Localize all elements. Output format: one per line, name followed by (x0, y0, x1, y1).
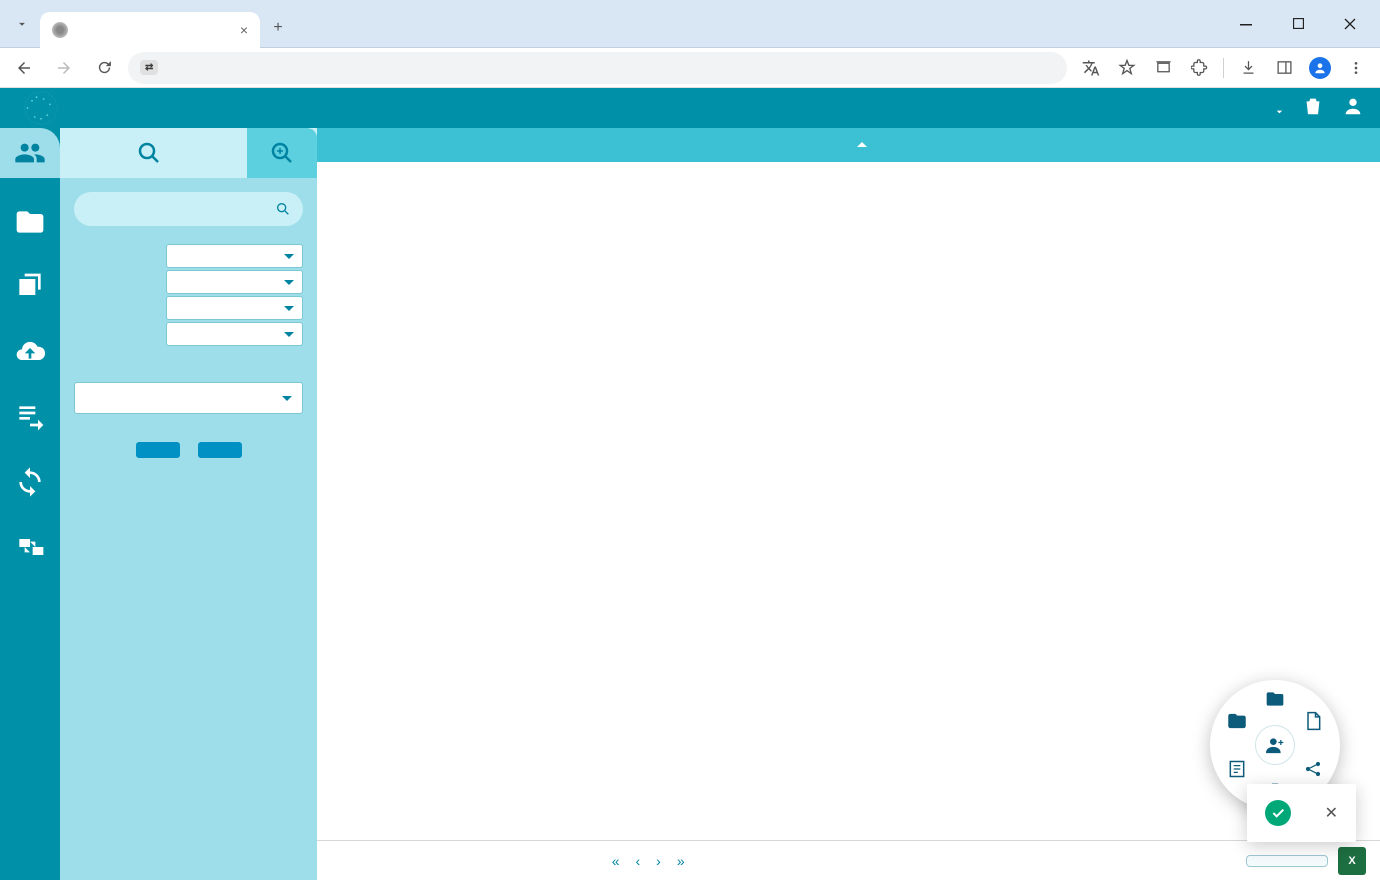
reload-button[interactable] (88, 52, 120, 84)
pager-prev-icon[interactable]: ‹ (635, 853, 640, 869)
app-root: ✕ « ‹ › » X (0, 88, 1380, 880)
tab-search-dropdown[interactable] (8, 10, 36, 38)
rail-exchange[interactable] (14, 531, 46, 568)
rail-worklist[interactable] (14, 401, 46, 438)
maximize-button[interactable] (1276, 8, 1320, 40)
radial-document[interactable] (1300, 708, 1326, 734)
pager-next-icon[interactable]: › (656, 853, 661, 869)
trash-icon[interactable] (1302, 95, 1324, 122)
from-date-input[interactable] (166, 296, 303, 320)
sort-indicator-icon (857, 137, 867, 147)
sidepanel-icon[interactable] (1268, 52, 1300, 84)
table-header (317, 128, 1380, 162)
close-window-button[interactable] (1328, 8, 1372, 40)
table-footer: « ‹ › » X (317, 840, 1380, 880)
date-range-select[interactable] (166, 270, 303, 294)
logo-icon (16, 90, 66, 126)
tab-advanced-search[interactable] (247, 128, 317, 178)
new-tab-button[interactable]: + (264, 14, 292, 42)
radial-share[interactable] (1300, 756, 1326, 782)
close-tab-icon[interactable]: × (240, 22, 248, 38)
favicon-icon (52, 22, 68, 38)
pager-last-icon[interactable]: » (677, 853, 685, 869)
to-date-input[interactable] (166, 322, 303, 346)
rail-patients[interactable] (0, 128, 60, 178)
tab-overview-icon[interactable] (1147, 52, 1179, 84)
browser-toolbar: ⇄ (0, 48, 1380, 88)
user-icon[interactable] (1342, 95, 1364, 122)
toast-notification: ✕ (1247, 784, 1356, 842)
back-button[interactable] (8, 52, 40, 84)
radial-report[interactable] (1224, 756, 1250, 782)
pager: « ‹ › » (612, 853, 685, 869)
menu-button[interactable] (1340, 52, 1372, 84)
location-select[interactable] (74, 382, 303, 414)
toast-close-icon[interactable]: ✕ (1325, 803, 1338, 823)
main-content: ✕ « ‹ › » X (317, 128, 1380, 880)
keyword-input[interactable] (74, 192, 303, 226)
filter-button[interactable] (1246, 855, 1328, 867)
success-icon (1265, 800, 1291, 826)
search-icon[interactable] (275, 201, 291, 217)
extensions-icon[interactable] (1183, 52, 1215, 84)
tab-search[interactable] (60, 128, 247, 178)
search-button[interactable] (198, 442, 242, 458)
browser-tab-strip: × + (0, 0, 1380, 48)
browser-tab[interactable]: × (40, 12, 260, 48)
th-study-date[interactable] (845, 138, 1025, 153)
app-header (0, 88, 1380, 128)
minimize-button[interactable] (1224, 8, 1268, 40)
window-controls (1224, 8, 1372, 40)
forward-button[interactable] (48, 52, 80, 84)
export-excel-button[interactable]: X (1338, 847, 1366, 875)
search-panel (60, 128, 317, 880)
clear-button[interactable] (136, 442, 180, 458)
address-bar[interactable]: ⇄ (128, 52, 1067, 84)
radial-add-user[interactable] (1255, 725, 1295, 765)
rail-upload[interactable] (14, 336, 46, 373)
bookmark-icon[interactable] (1111, 52, 1143, 84)
radial-add-folder[interactable] (1224, 708, 1250, 734)
filter-select[interactable] (166, 244, 303, 268)
side-rail (0, 128, 60, 880)
rail-sync[interactable] (14, 466, 46, 503)
rail-folder[interactable] (14, 206, 46, 243)
profile-button[interactable] (1304, 52, 1336, 84)
radial-folder[interactable] (1262, 686, 1288, 712)
sort-icon[interactable] (1262, 95, 1284, 122)
downloads-icon[interactable] (1232, 52, 1264, 84)
site-settings-icon[interactable]: ⇄ (140, 60, 158, 75)
pager-first-icon[interactable]: « (612, 853, 620, 869)
translate-icon[interactable] (1075, 52, 1107, 84)
rail-series[interactable] (14, 271, 46, 308)
